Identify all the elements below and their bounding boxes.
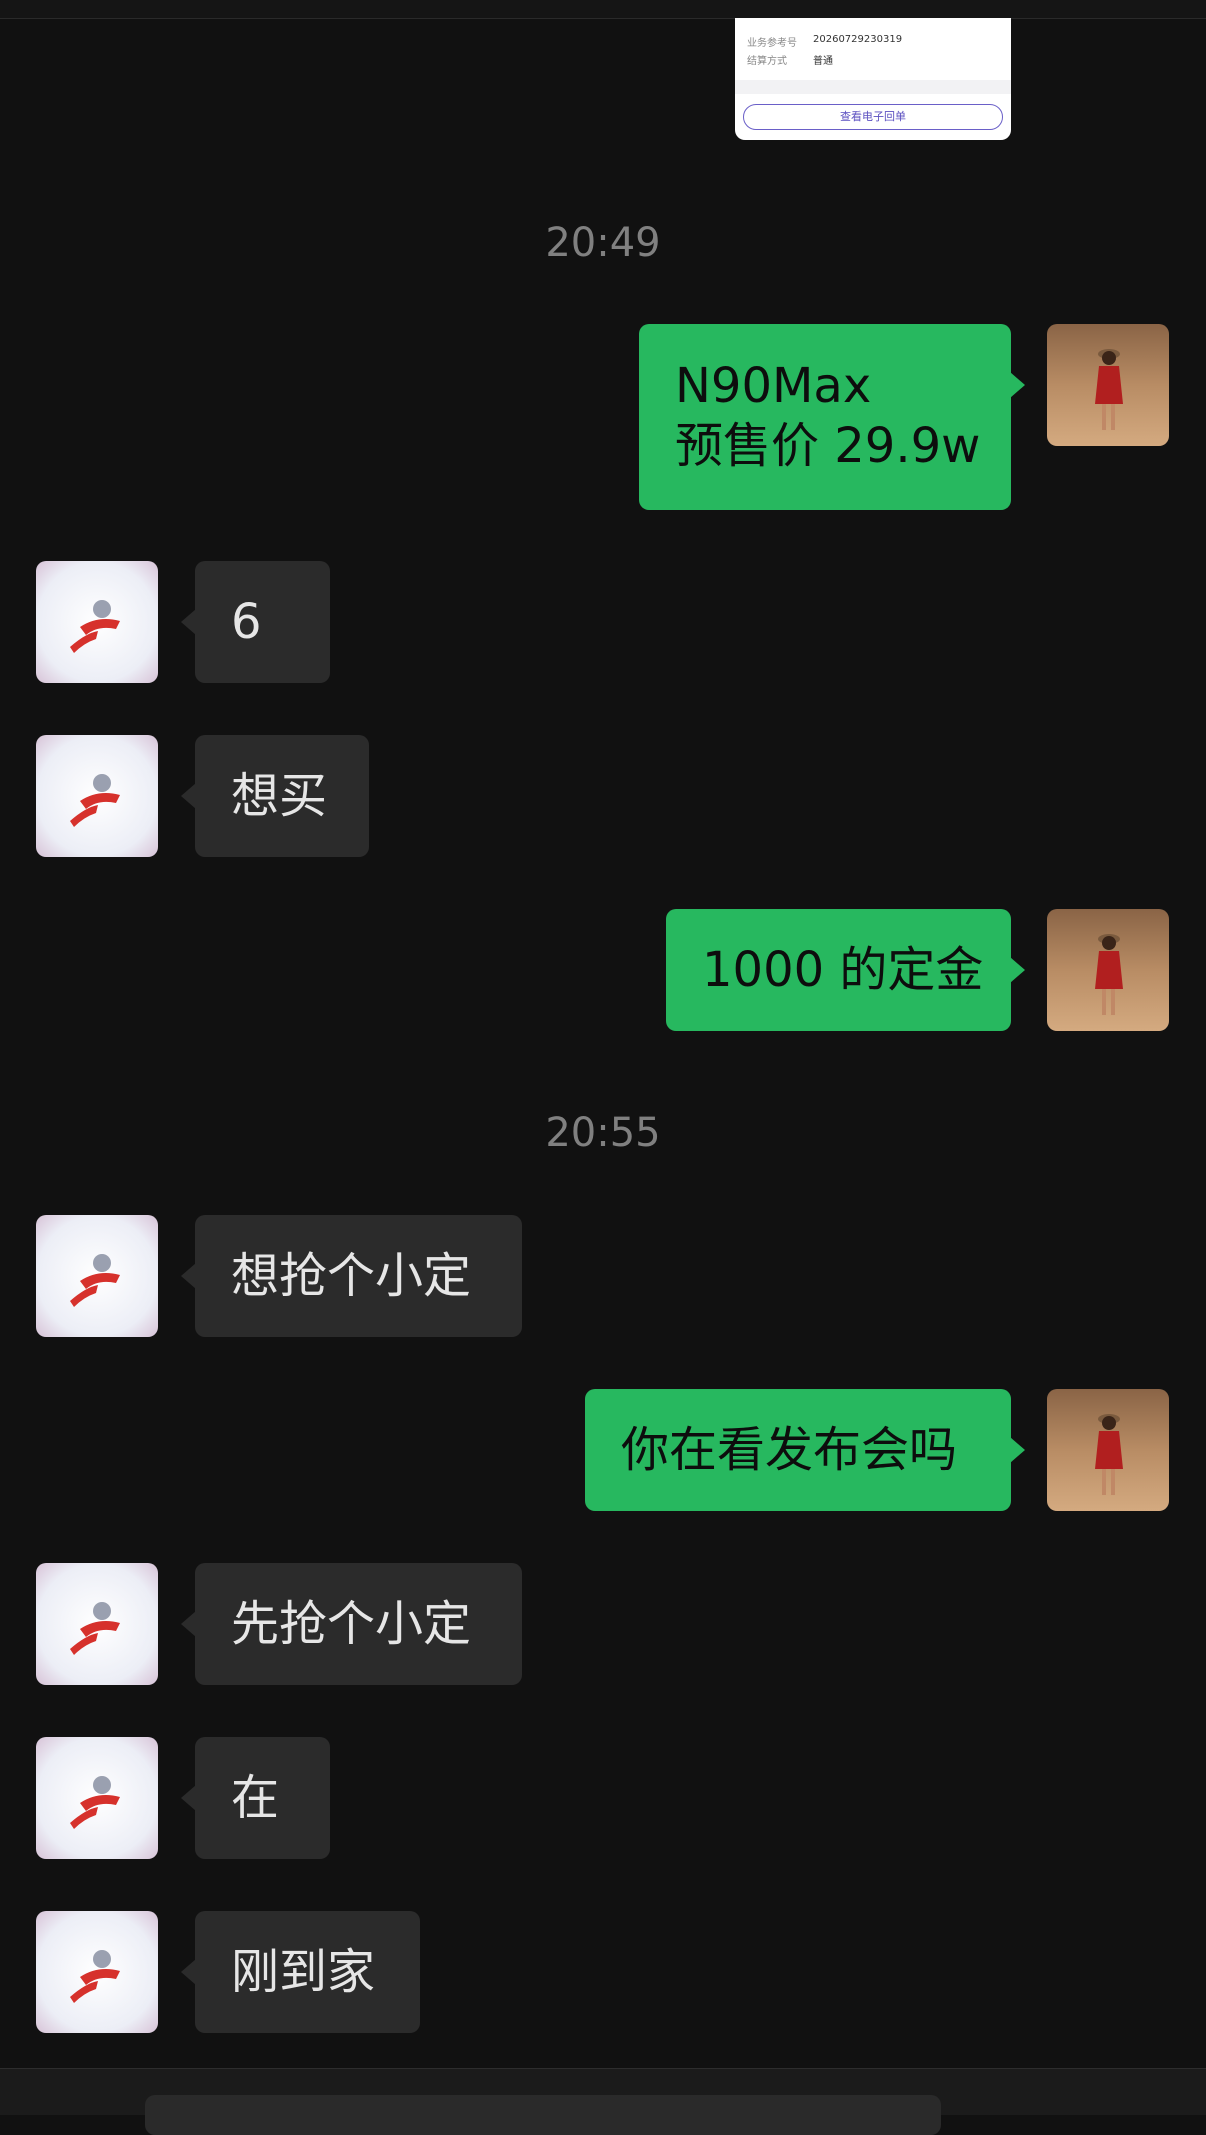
bubble-tail [181, 609, 196, 635]
bubble-tail [1010, 1437, 1025, 1463]
bubble-tail [181, 783, 196, 809]
avatar-cartoon-flying-character-icon [36, 1737, 158, 1859]
message-bubble-outgoing[interactable]: 你在看发布会吗 [585, 1389, 1025, 1511]
message-line: N90Max [675, 358, 872, 414]
top-status-bar [0, 0, 1206, 19]
bubble-tail [1010, 372, 1025, 398]
message-bubble-incoming[interactable]: 想抢个小定 [181, 1215, 522, 1337]
receipt-divider [735, 80, 1011, 94]
avatar-cartoon-flying-character-icon [36, 1215, 158, 1337]
avatar-woman-in-red-desert-icon [1047, 1389, 1169, 1511]
avatar-cartoon-flying-character-icon [36, 1563, 158, 1685]
message-text: 在 [231, 1770, 280, 1826]
contact-avatar[interactable] [36, 1563, 158, 1685]
receipt-row-label: 业务参考号 [747, 38, 797, 49]
message-text: 你在看发布会吗 [621, 1422, 958, 1478]
message-line: 预售价 29.9w [675, 418, 981, 474]
message-bubble-incoming[interactable]: 先抢个小定 [181, 1563, 522, 1685]
message-bubble-incoming[interactable]: 刚到家 [181, 1911, 420, 2033]
bubble-tail [181, 1611, 196, 1637]
contact-avatar[interactable] [36, 1215, 158, 1337]
bubble-tail [181, 1785, 196, 1811]
view-receipt-button[interactable]: 查看电子回单 [743, 104, 1003, 130]
message-text: 1000 的定金 [702, 942, 984, 998]
receipt-row-value: 20260729230319 [813, 34, 903, 45]
message-text: 刚到家 [231, 1944, 376, 2000]
message-bubble-incoming[interactable]: 在 [181, 1737, 330, 1859]
message-text: 先抢个小定 [231, 1596, 472, 1652]
avatar-cartoon-flying-character-icon [36, 735, 158, 857]
timestamp: 20:55 [545, 1110, 661, 1156]
message-bubble-incoming[interactable]: 6 [181, 561, 330, 683]
message-bubble-outgoing[interactable]: 1000 的定金 [666, 909, 1025, 1031]
message-text: N90Max 预售价 29.9w [675, 356, 980, 476]
self-avatar[interactable] [1047, 1389, 1169, 1511]
receipt-row-settlement: 结算方式 普通 [747, 52, 833, 67]
chat-input-bar [0, 2068, 1206, 2135]
receipt-row-value: 普通 [813, 56, 833, 67]
timestamp: 20:49 [545, 220, 661, 266]
bubble-tail [181, 1959, 196, 1985]
bubble-tail [181, 1263, 196, 1289]
avatar-cartoon-flying-character-icon [36, 1911, 158, 2033]
self-avatar[interactable] [1047, 909, 1169, 1031]
avatar-woman-in-red-desert-icon [1047, 909, 1169, 1031]
contact-avatar[interactable] [36, 1911, 158, 2033]
message-text: 6 [231, 594, 262, 650]
contact-avatar[interactable] [36, 1737, 158, 1859]
contact-avatar[interactable] [36, 561, 158, 683]
receipt-card[interactable]: 业务参考号 20260729230319 结算方式 普通 查看电子回单 [735, 18, 1011, 140]
message-bubble-outgoing[interactable]: N90Max 预售价 29.9w [639, 324, 1025, 510]
avatar-cartoon-flying-character-icon [36, 561, 158, 683]
message-text: 想买 [231, 768, 328, 824]
bubble-tail [1010, 957, 1025, 983]
message-bubble-incoming[interactable]: 想买 [181, 735, 369, 857]
receipt-row-label: 结算方式 [747, 56, 787, 67]
message-text: 想抢个小定 [231, 1248, 472, 1304]
message-input[interactable] [145, 2095, 941, 2135]
avatar-woman-in-red-desert-icon [1047, 324, 1169, 446]
receipt-row-reference: 业务参考号 20260729230319 [747, 34, 902, 49]
self-avatar[interactable] [1047, 324, 1169, 446]
contact-avatar[interactable] [36, 735, 158, 857]
